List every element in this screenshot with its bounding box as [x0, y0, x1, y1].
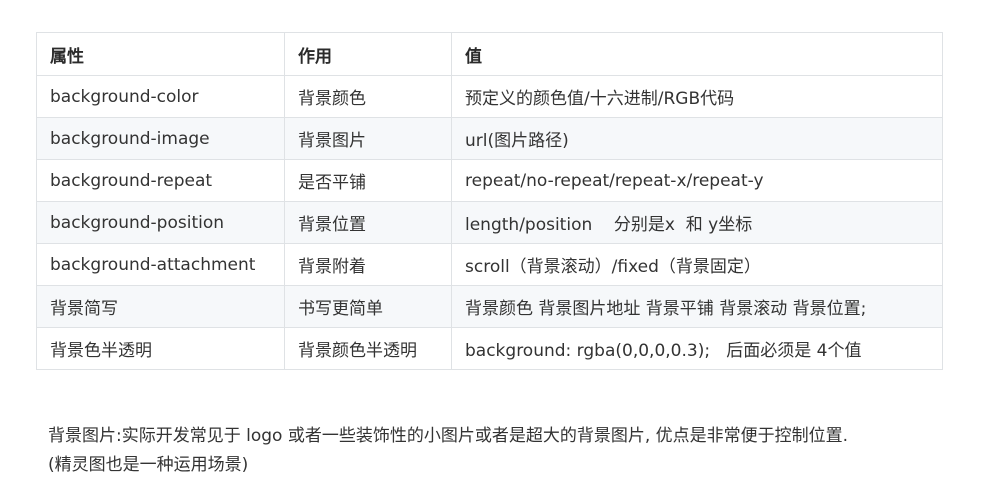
table-row: background-repeat 是否平铺 repeat/no-repeat/… [36, 159, 943, 202]
cell-value: length/position 分别是x 和 y坐标 [451, 201, 943, 244]
cell-purpose: 背景颜色半透明 [284, 327, 452, 370]
cell-value: 背景颜色 背景图片地址 背景平铺 背景滚动 背景位置; [451, 285, 943, 328]
cell-purpose: 背景图片 [284, 117, 452, 160]
cell-value: repeat/no-repeat/repeat-x/repeat-y [451, 159, 943, 202]
table-row: 背景简写 书写更简单 背景颜色 背景图片地址 背景平铺 背景滚动 背景位置; [36, 285, 943, 328]
cell-property: background-attachment [36, 243, 285, 286]
table-row: 背景色半透明 背景颜色半透明 background: rgba(0,0,0,0.… [36, 327, 943, 370]
cell-property: 背景色半透明 [36, 327, 285, 370]
note-line-1: 背景图片:实际开发常见于 logo 或者一些装饰性的小图片或者是超大的背景图片,… [48, 426, 849, 446]
header-property: 属性 [36, 32, 285, 76]
cell-property: background-color [36, 75, 285, 118]
table-body: background-color 背景颜色 预定义的颜色值/十六进制/RGB代码… [36, 75, 943, 370]
header-purpose: 作用 [284, 32, 452, 76]
cell-value: scroll（背景滚动）/fixed（背景固定） [451, 243, 943, 286]
document-page: 属性 作用 值 background-color 背景颜色 预定义的颜色值/十六… [0, 0, 987, 482]
cell-value: url(图片路径) [451, 117, 943, 160]
cell-property: background-position [36, 201, 285, 244]
table-row: background-color 背景颜色 预定义的颜色值/十六进制/RGB代码 [36, 75, 943, 118]
table-header: 属性 作用 值 [36, 32, 943, 76]
table-header-row: 属性 作用 值 [36, 32, 943, 76]
note-line-2: (精灵图也是一种运用场景) [48, 455, 249, 475]
cell-property: background-image [36, 117, 285, 160]
cell-purpose: 背景附着 [284, 243, 452, 286]
table-row: background-position 背景位置 length/position… [36, 201, 943, 244]
cell-purpose: 背景颜色 [284, 75, 452, 118]
table-row: background-attachment 背景附着 scroll（背景滚动）/… [36, 243, 943, 286]
table-row: background-image 背景图片 url(图片路径) [36, 117, 943, 160]
note-paragraph: 背景图片:实际开发常见于 logo 或者一些装饰性的小图片或者是超大的背景图片,… [48, 422, 948, 480]
background-properties-table: 属性 作用 值 background-color 背景颜色 预定义的颜色值/十六… [36, 32, 943, 370]
cell-value: 预定义的颜色值/十六进制/RGB代码 [451, 75, 943, 118]
cell-property: 背景简写 [36, 285, 285, 328]
cell-purpose: 书写更简单 [284, 285, 452, 328]
cell-property: background-repeat [36, 159, 285, 202]
header-value: 值 [451, 32, 943, 76]
cell-value: background: rgba(0,0,0,0.3); 后面必须是 4个值 [451, 327, 943, 370]
cell-purpose: 背景位置 [284, 201, 452, 244]
cell-purpose: 是否平铺 [284, 159, 452, 202]
